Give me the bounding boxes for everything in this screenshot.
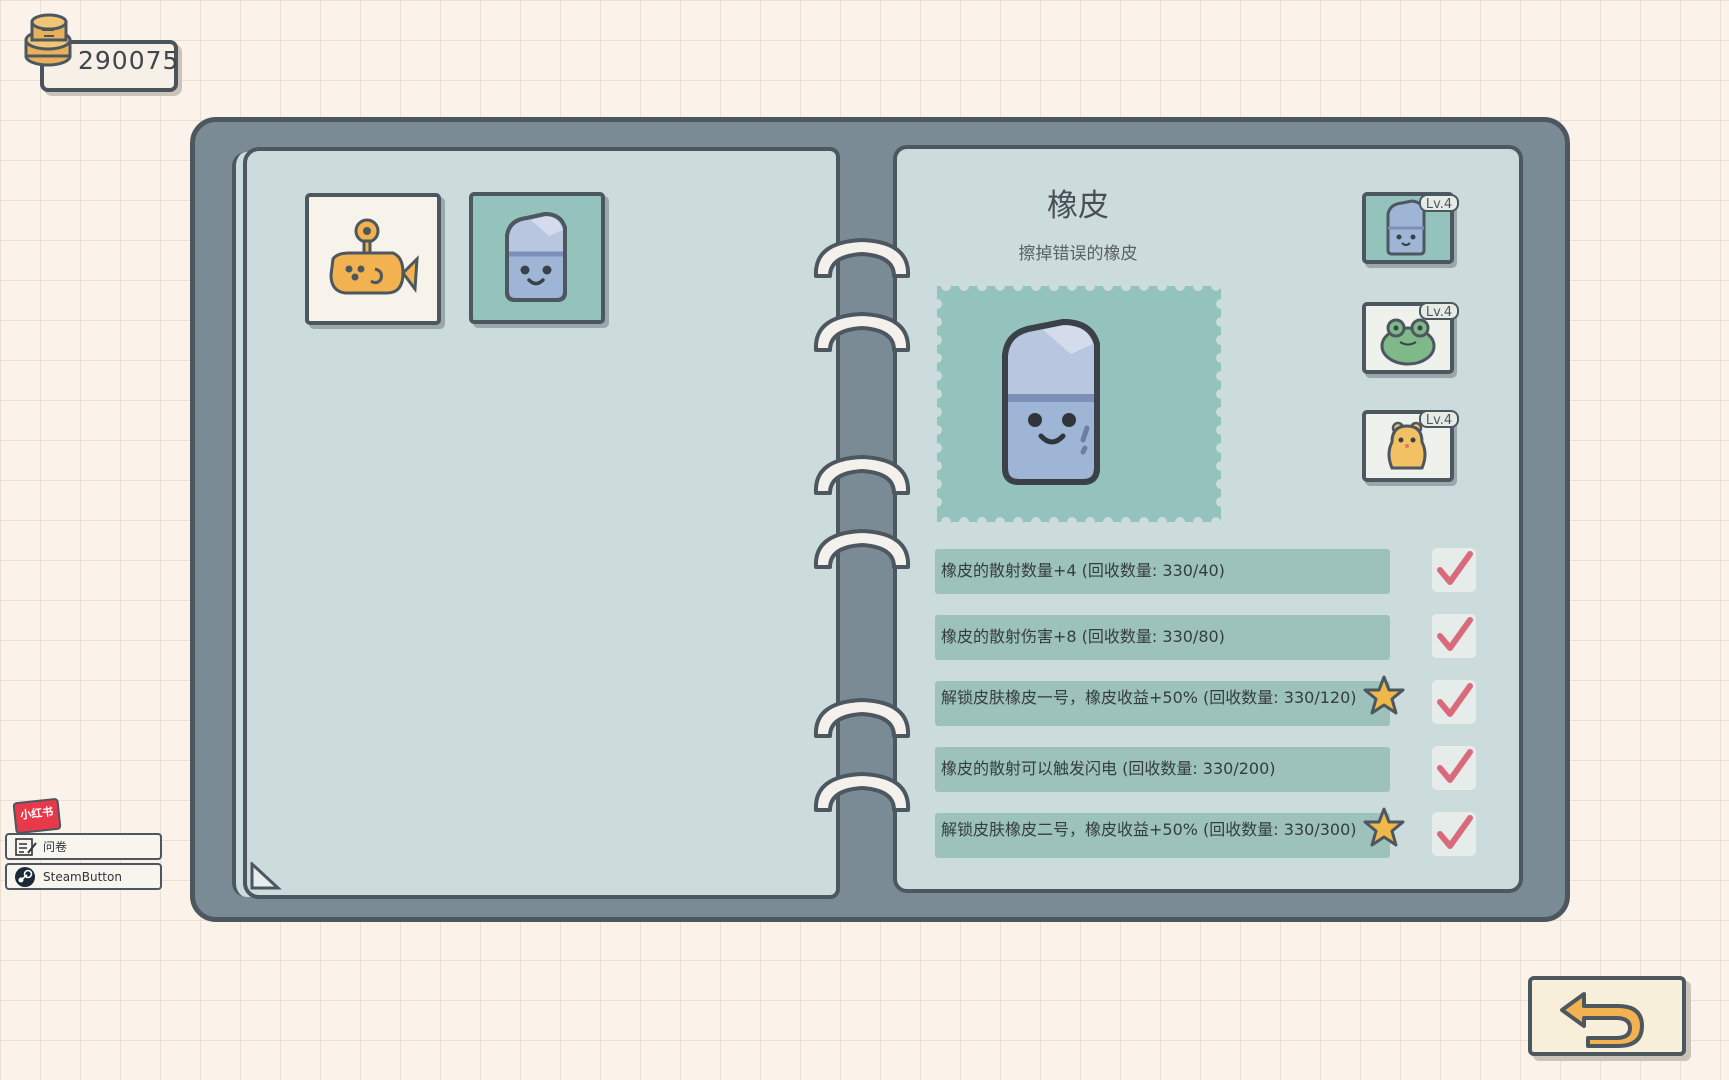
steam-label: SteamButton [43,870,122,884]
page-corner-fold [250,862,282,890]
upgrade-checkbox [1432,548,1476,592]
skin-level-badge: Lv.4 [1419,302,1459,320]
upgrade-checkbox [1432,614,1476,658]
upgrade-text: 橡皮的散射数量+4 (回收数量: 330/40) [941,561,1225,580]
survey-label: 问卷 [43,840,68,854]
binder-ring [813,772,911,812]
eraser-icon [505,211,567,302]
back-button[interactable] [1528,976,1686,1056]
skin-level-badge: Lv.4 [1419,194,1459,212]
star-icon [1363,675,1405,715]
logo-text: 小红书 [19,805,54,822]
steam-button[interactable]: SteamButton [5,863,162,890]
upgrade-row: 解锁皮肤橡皮一号，橡皮收益+50% (回收数量: 330/120) [935,681,1390,726]
upgrade-checkbox [1432,680,1476,724]
survey-icon [15,838,37,856]
binder-ring [813,312,911,352]
undo-arrow-icon [1560,992,1644,1048]
binder-ring [813,455,911,495]
upgrade-text: 橡皮的散射伤害+8 (回收数量: 330/80) [941,627,1225,646]
upgrade-text: 解锁皮肤橡皮二号，橡皮收益+50% (回收数量: 330/300) [941,820,1357,839]
item-stamp-eraser [937,286,1221,522]
check-icon [1437,551,1473,585]
upgrade-row: 橡皮的散射可以触发闪电 (回收数量: 330/200) [935,747,1390,792]
upgrade-checkbox [1432,812,1476,856]
upgrade-row: 橡皮的散射数量+4 (回收数量: 330/40) [935,549,1390,594]
check-icon [1437,683,1473,717]
item-title: 橡皮 [1047,188,1109,224]
upgrade-text: 解锁皮肤橡皮一号，橡皮收益+50% (回收数量: 330/120) [941,688,1357,707]
upgrade-checkbox [1432,746,1476,790]
item-card-fish-robot[interactable] [305,193,441,325]
item-card-eraser[interactable] [469,192,605,324]
check-icon [1437,617,1473,651]
upgrade-text: 橡皮的散射可以触发闪电 (回收数量: 330/200) [941,759,1276,778]
survey-button[interactable]: 问卷 [5,833,162,860]
xiaohongshu-logo[interactable]: 小红书 [12,797,62,835]
skin-level-badge: Lv.4 [1419,410,1459,428]
item-description: 擦掉错误的橡皮 [1018,244,1138,264]
coin-amount: 290075 [78,46,180,75]
coin-stack-icon [24,13,72,67]
star-icon [1363,807,1405,847]
upgrade-row: 解锁皮肤橡皮二号，橡皮收益+50% (回收数量: 330/300) [935,813,1390,858]
binder-ring [813,529,911,569]
check-icon [1437,815,1473,849]
upgrade-row: 橡皮的散射伤害+8 (回收数量: 330/80) [935,615,1390,660]
check-icon [1437,749,1473,783]
fish-robot-icon [329,218,419,295]
steam-icon [15,867,35,887]
binder-ring [813,698,911,738]
